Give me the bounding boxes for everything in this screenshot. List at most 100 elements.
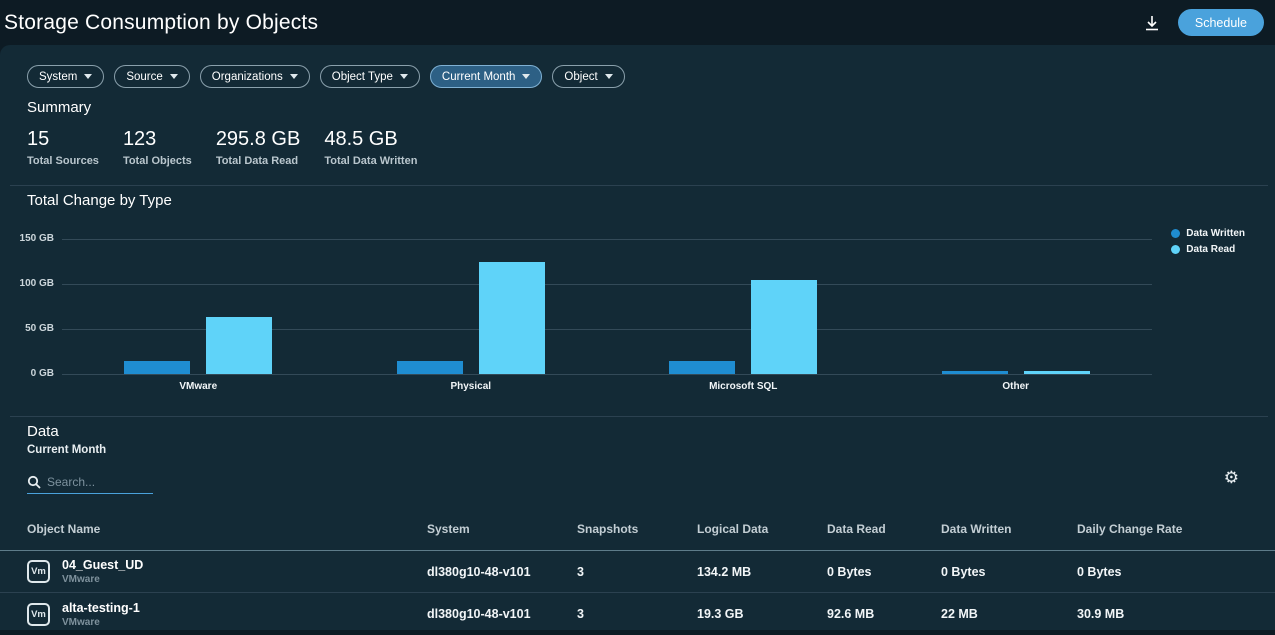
download-icon[interactable] bbox=[1142, 13, 1162, 33]
top-bar: Storage Consumption by Objects Schedule bbox=[0, 0, 1275, 45]
section-divider bbox=[10, 416, 1268, 417]
chart-group-microsoft-sql: Microsoft SQL bbox=[607, 239, 880, 374]
legend-label: Data Written bbox=[1186, 228, 1245, 239]
bar-data-read[interactable] bbox=[1024, 371, 1090, 374]
stat-value: 295.8 GB bbox=[216, 127, 301, 151]
column-header-data-written[interactable]: Data Written bbox=[941, 522, 1077, 536]
cell-daily-change-rate: 0 Bytes bbox=[1077, 565, 1275, 579]
stat-label: Total Objects bbox=[123, 155, 192, 167]
summary-stats: 15 Total Sources 123 Total Objects 295.8… bbox=[27, 127, 417, 167]
filter-bar: System Source Organizations Object Type … bbox=[27, 65, 625, 88]
column-header-object-name[interactable]: Object Name bbox=[27, 522, 427, 536]
stat-value: 48.5 GB bbox=[324, 127, 417, 151]
stat-total-data-read: 295.8 GB Total Data Read bbox=[216, 127, 301, 167]
object-name-cell: Vm alta-testing-1 VMware bbox=[27, 601, 427, 628]
chevron-down-icon bbox=[522, 74, 530, 79]
column-header-logical-data[interactable]: Logical Data bbox=[697, 522, 827, 536]
chart-bars bbox=[397, 239, 545, 374]
bar-data-read[interactable] bbox=[751, 280, 817, 374]
filter-source[interactable]: Source bbox=[114, 65, 189, 88]
filter-system[interactable]: System bbox=[27, 65, 104, 88]
y-axis-tick: 50 GB bbox=[0, 324, 54, 334]
cell-logical-data: 19.3 GB bbox=[697, 607, 827, 621]
object-name: 04_Guest_UD bbox=[62, 558, 143, 572]
cell-daily-change-rate: 30.9 MB bbox=[1077, 607, 1275, 621]
legend-label: Data Read bbox=[1186, 244, 1235, 255]
bar-data-written[interactable] bbox=[124, 361, 190, 375]
cell-logical-data: 134.2 MB bbox=[697, 565, 827, 579]
column-header-system[interactable]: System bbox=[427, 522, 577, 536]
stat-label: Total Sources bbox=[27, 155, 99, 167]
bar-data-read[interactable] bbox=[479, 262, 545, 375]
cell-system: dl380g10-48-v101 bbox=[427, 565, 577, 579]
filter-object[interactable]: Object bbox=[552, 65, 624, 88]
legend-dot-data-written bbox=[1171, 229, 1180, 238]
object-name-stack: 04_Guest_UD VMware bbox=[62, 558, 143, 585]
y-axis-tick: 100 GB bbox=[0, 279, 54, 289]
table-row[interactable]: Vm 04_Guest_UD VMware dl380g10-48-v101 3… bbox=[0, 551, 1275, 593]
column-header-daily-change-rate[interactable]: Daily Change Rate bbox=[1077, 522, 1275, 536]
vm-icon: Vm bbox=[27, 560, 50, 583]
chart-legend: Data Written Data Read bbox=[1171, 228, 1245, 255]
search-icon bbox=[27, 475, 41, 489]
chevron-down-icon bbox=[605, 74, 613, 79]
chart-group-vmware: VMware bbox=[62, 239, 335, 374]
cell-system: dl380g10-48-v101 bbox=[427, 607, 577, 621]
chart-bars bbox=[669, 239, 817, 374]
table-header-row: Object Name System Snapshots Logical Dat… bbox=[0, 507, 1275, 551]
y-axis-tick: 150 GB bbox=[0, 234, 54, 244]
stat-total-data-written: 48.5 GB Total Data Written bbox=[324, 127, 417, 167]
cell-snapshots: 3 bbox=[577, 607, 697, 621]
stat-total-sources: 15 Total Sources bbox=[27, 127, 99, 167]
cell-data-written: 0 Bytes bbox=[941, 565, 1077, 579]
y-axis-tick: 0 GB bbox=[0, 369, 54, 379]
column-header-snapshots[interactable]: Snapshots bbox=[577, 522, 697, 536]
search-box bbox=[27, 470, 153, 494]
filter-object-type-label: Object Type bbox=[332, 71, 393, 83]
chart-bars bbox=[942, 239, 1090, 374]
gear-icon[interactable]: ⚙ bbox=[1224, 468, 1239, 488]
chart-title: Total Change by Type bbox=[27, 192, 172, 209]
filter-system-label: System bbox=[39, 71, 77, 83]
cell-data-read: 0 Bytes bbox=[827, 565, 941, 579]
filter-current-month[interactable]: Current Month bbox=[430, 65, 543, 88]
total-change-chart: 150 GB 100 GB 50 GB 0 GB VMwarePhysicalM… bbox=[0, 215, 1275, 415]
x-axis-category-label: VMware bbox=[62, 381, 335, 392]
filter-current-month-label: Current Month bbox=[442, 71, 516, 83]
legend-item-data-read: Data Read bbox=[1171, 244, 1245, 255]
table-row[interactable]: Vm alta-testing-1 VMware dl380g10-48-v10… bbox=[0, 593, 1275, 635]
gridline bbox=[62, 374, 1152, 375]
data-heading: Data bbox=[27, 423, 59, 440]
bar-data-written[interactable] bbox=[397, 361, 463, 375]
cell-data-read: 92.6 MB bbox=[827, 607, 941, 621]
cell-snapshots: 3 bbox=[577, 565, 697, 579]
object-name-cell: Vm 04_Guest_UD VMware bbox=[27, 558, 427, 585]
x-axis-category-label: Other bbox=[880, 381, 1153, 392]
bar-data-written[interactable] bbox=[942, 371, 1008, 374]
schedule-button[interactable]: Schedule bbox=[1178, 9, 1264, 36]
summary-heading: Summary bbox=[27, 99, 91, 116]
chevron-down-icon bbox=[170, 74, 178, 79]
page-title: Storage Consumption by Objects bbox=[4, 11, 318, 35]
cell-data-written: 22 MB bbox=[941, 607, 1077, 621]
vm-icon: Vm bbox=[27, 603, 50, 626]
bar-data-written[interactable] bbox=[669, 361, 735, 375]
chart-group-other: Other bbox=[880, 239, 1153, 374]
stat-label: Total Data Written bbox=[324, 155, 417, 167]
column-header-data-read[interactable]: Data Read bbox=[827, 522, 941, 536]
bar-data-read[interactable] bbox=[206, 317, 272, 374]
chart-plot: VMwarePhysicalMicrosoft SQLOther bbox=[62, 239, 1152, 374]
object-name-stack: alta-testing-1 VMware bbox=[62, 601, 140, 628]
search-input[interactable] bbox=[47, 475, 147, 489]
x-axis-category-label: Microsoft SQL bbox=[607, 381, 880, 392]
chart-group-physical: Physical bbox=[335, 239, 608, 374]
filter-object-type[interactable]: Object Type bbox=[320, 65, 420, 88]
topbar-actions: Schedule bbox=[1142, 9, 1265, 36]
section-divider bbox=[10, 185, 1268, 186]
chart-bars bbox=[124, 239, 272, 374]
objects-table: Object Name System Snapshots Logical Dat… bbox=[0, 507, 1275, 635]
stat-value: 15 bbox=[27, 127, 99, 151]
filter-source-label: Source bbox=[126, 71, 162, 83]
chevron-down-icon bbox=[400, 74, 408, 79]
filter-organizations[interactable]: Organizations bbox=[200, 65, 310, 88]
